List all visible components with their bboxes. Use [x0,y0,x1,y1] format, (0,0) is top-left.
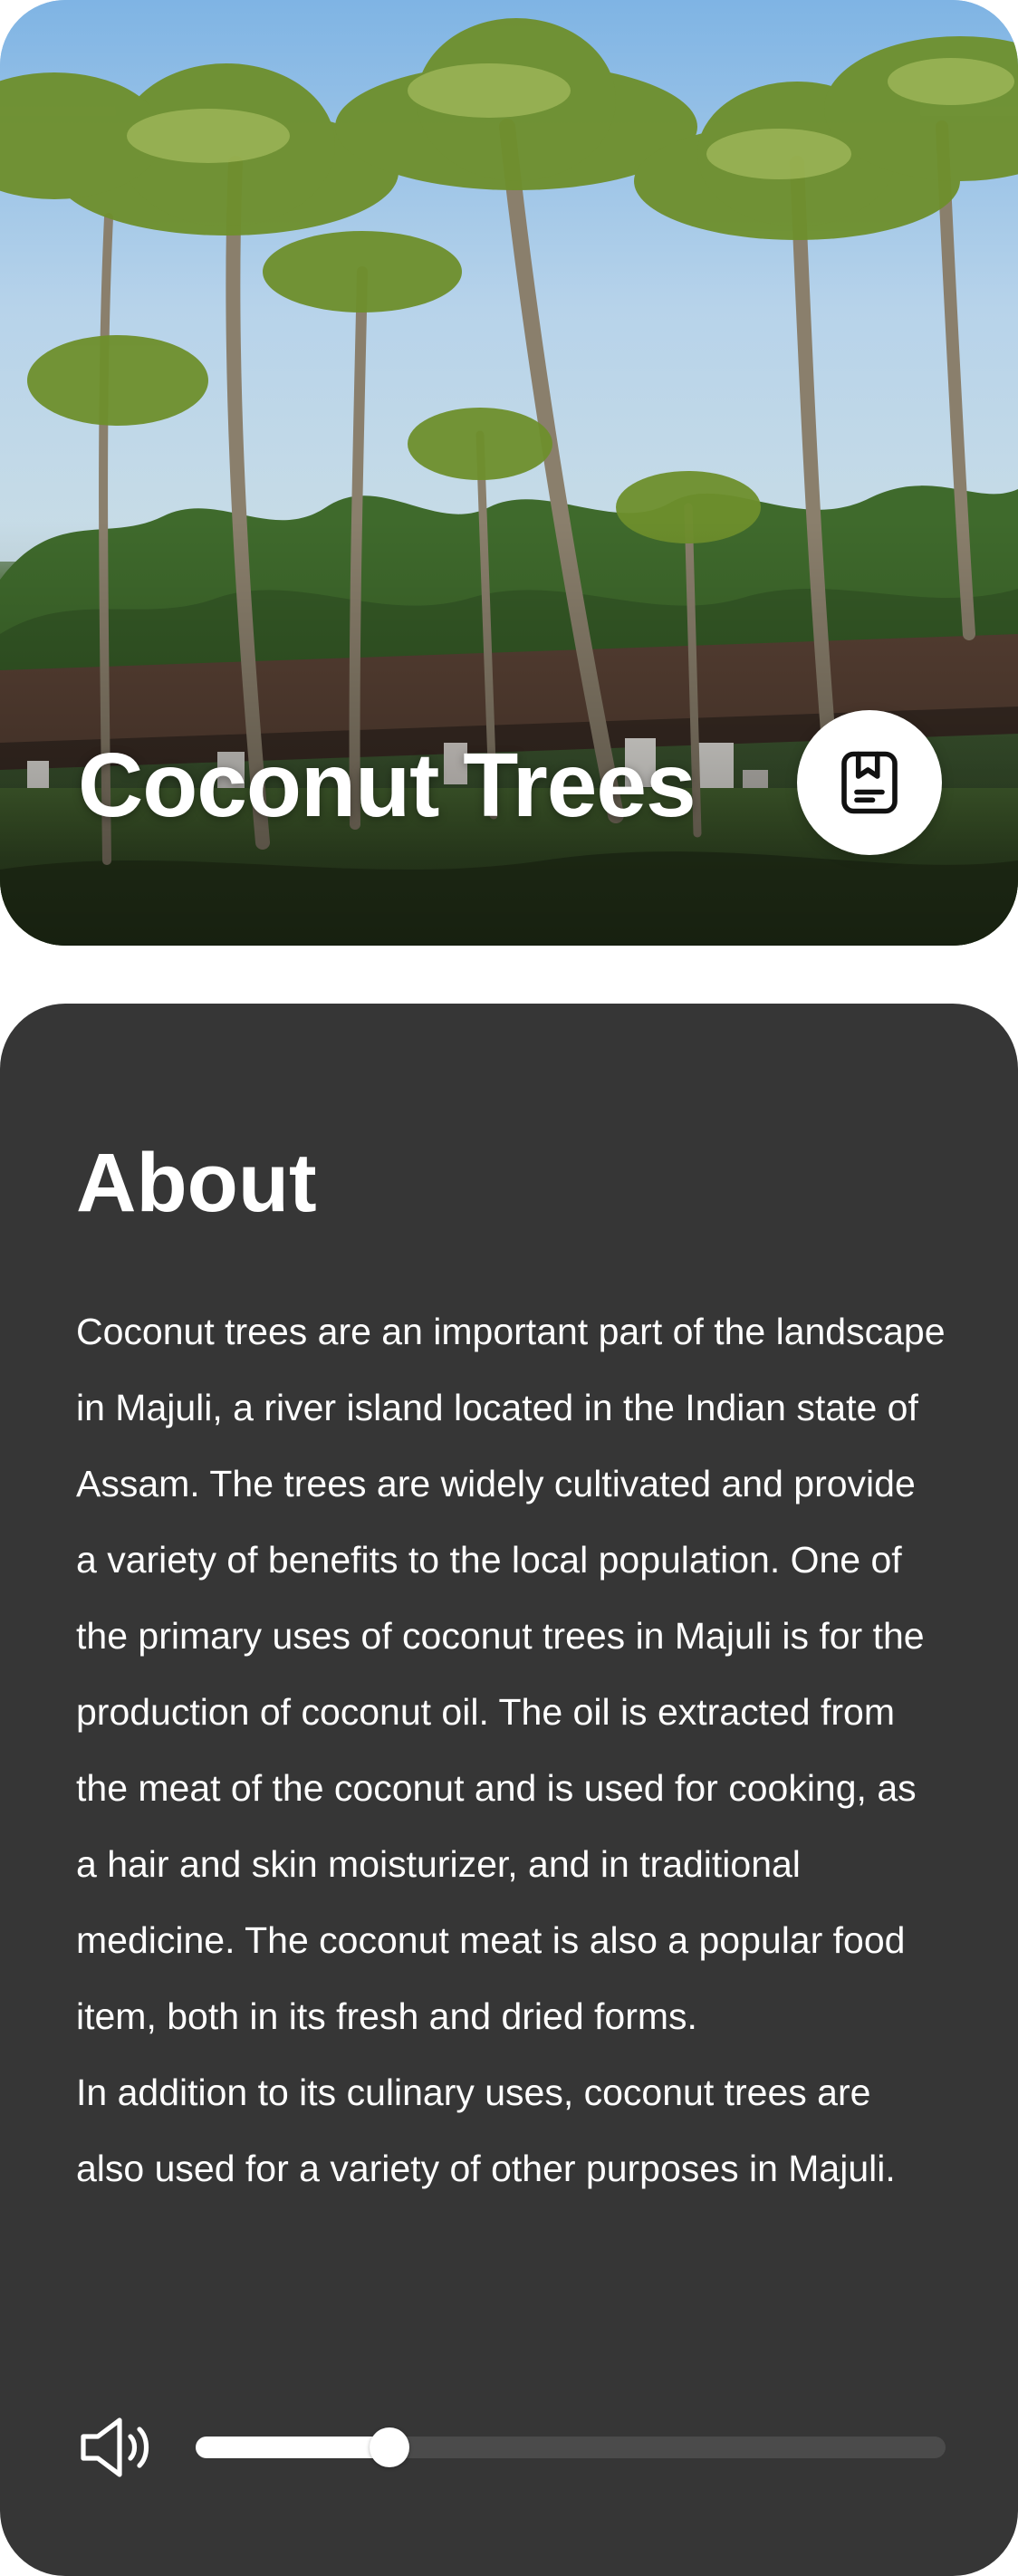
bookmark-button[interactable] [797,710,942,855]
about-heading: About [76,1137,317,1229]
speaker-volume-icon [81,2417,149,2477]
page: Coconut Trees About Coconut trees are an… [0,0,1018,2576]
slider-fill [196,2437,389,2458]
hero-image-card: Coconut Trees [0,0,1018,946]
speaker-button[interactable] [76,2411,159,2484]
about-paragraph: In addition to its culinary uses, coconu… [76,2071,896,2189]
audio-player [76,2411,946,2484]
about-paragraph: Coconut trees are an important part of t… [76,1311,946,2037]
hero-title: Coconut Trees [78,735,696,836]
about-card: About Coconut trees are an important par… [0,1004,1018,2576]
about-description: Coconut trees are an important part of t… [76,1293,946,2206]
audio-progress-slider[interactable] [196,2411,946,2484]
slider-thumb[interactable] [370,2427,409,2467]
bookmark-icon [841,751,898,814]
